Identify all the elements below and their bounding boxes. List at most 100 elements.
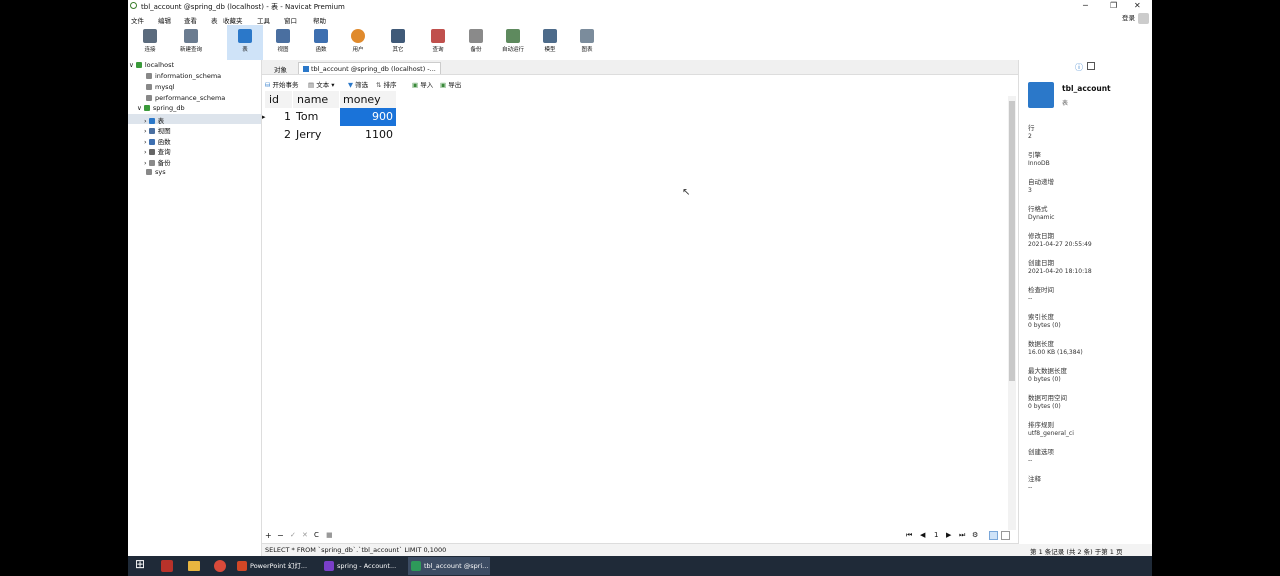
tab-objects[interactable]: 对象	[270, 62, 291, 74]
tree-node-backups[interactable]: › 备份	[144, 157, 171, 167]
sort-button[interactable]: ⇅ 排序	[376, 79, 397, 89]
refresh-button[interactable]: C	[314, 531, 319, 539]
column-header-id[interactable]: id	[265, 91, 292, 108]
taskbar-app-navicat[interactable]: tbl_account @spri...	[408, 557, 490, 575]
ribbon-other-button[interactable]: 其它	[382, 25, 414, 60]
next-page-button[interactable]: ▶	[946, 531, 951, 539]
last-page-button[interactable]: ⏭	[959, 531, 965, 540]
login-button[interactable]: 登录	[1122, 12, 1149, 24]
table-icon	[148, 118, 155, 124]
data-toolbar: ⛁ 开始事务 ▤ 文本 ▾ ▼ 筛选 ⇅ 排序 ▣ 导入 ▣ 导出	[262, 76, 1018, 90]
scrollbar-thumb[interactable]	[1009, 101, 1015, 381]
menu-table[interactable]: 表	[211, 15, 218, 25]
column-header-name[interactable]: name	[293, 91, 339, 108]
title-bar: tbl_account @spring_db (localhost) - 表 -…	[128, 0, 1152, 12]
windows-start-icon[interactable]: ⊞	[135, 557, 145, 571]
menu-help[interactable]: 帮助	[313, 15, 326, 25]
ribbon-view-button[interactable]: 视图	[268, 25, 298, 60]
delete-record-button[interactable]: −	[277, 531, 284, 540]
tree-node-views[interactable]: › 视图	[144, 125, 171, 135]
user-icon	[351, 29, 365, 43]
info-field-label: 创建日期	[1028, 259, 1054, 267]
grid-view-icon[interactable]	[989, 531, 998, 540]
tree-node-mysql[interactable]: mysql	[146, 83, 175, 91]
apply-changes-button[interactable]: ✓	[290, 531, 296, 539]
add-record-button[interactable]: +	[265, 531, 272, 540]
cell-money[interactable]: 1100	[340, 126, 396, 144]
begin-transaction-button[interactable]: ⛁ 开始事务	[265, 79, 299, 89]
menu-window[interactable]: 窗口	[284, 15, 297, 25]
cell-name[interactable]: Jerry	[293, 126, 339, 144]
data-grid: id name money ▸ 1 Tom 900 2 Jerry 1100 ↖	[262, 91, 1007, 528]
tree-node-sys[interactable]: sys	[146, 168, 166, 176]
tree-label: spring_db	[152, 104, 185, 112]
menu-tools[interactable]: 工具	[257, 15, 270, 25]
settings-icon[interactable]: ⚙	[972, 531, 978, 539]
filter-icon: ▼	[348, 81, 353, 89]
previous-page-button[interactable]: ◀	[920, 531, 925, 539]
chrome-icon[interactable]	[214, 560, 226, 572]
ribbon-automation-button[interactable]: 自动运行	[496, 25, 530, 60]
text-button[interactable]: ▤ 文本 ▾	[308, 79, 335, 89]
column-header-money[interactable]: money	[340, 91, 396, 108]
stop-button[interactable]: ■	[326, 531, 333, 539]
first-page-button[interactable]: ⏮	[906, 531, 912, 540]
menu-favorites[interactable]: 收藏夹	[223, 15, 243, 25]
query-icon	[148, 149, 155, 155]
ribbon-backup-button[interactable]: 备份	[462, 25, 490, 60]
tree-node-localhost[interactable]: ∨ localhost	[129, 61, 174, 69]
table-icon	[303, 66, 309, 72]
menu-view[interactable]: 查看	[184, 15, 197, 25]
menu-edit[interactable]: 编辑	[158, 15, 171, 25]
ribbon-query-button[interactable]: 查询	[424, 25, 452, 60]
taskbar-app-intellij[interactable]: spring - Account...	[321, 557, 403, 575]
cell-id[interactable]: 1	[265, 108, 292, 126]
tree-node-tables[interactable]: › 表	[144, 115, 164, 125]
ribbon-chart-button[interactable]: 图表	[573, 25, 601, 60]
tree-node-spring-db[interactable]: ∨ spring_db	[137, 104, 185, 112]
app-icon-red[interactable]	[161, 560, 173, 572]
model-icon	[543, 29, 557, 43]
taskbar-app-powerpoint[interactable]: PowerPoint 幻灯...	[234, 557, 316, 575]
ddl-icon[interactable]	[1087, 62, 1095, 70]
discard-changes-button[interactable]: ✕	[302, 531, 308, 539]
cell-name[interactable]: Tom	[293, 108, 339, 126]
query-icon	[431, 29, 445, 43]
ribbon-new-query-button[interactable]: 新建查询	[174, 25, 208, 60]
database-icon	[146, 84, 152, 90]
export-button[interactable]: ▣ 导出	[440, 79, 461, 89]
import-button[interactable]: ▣ 导入	[412, 79, 433, 89]
page-number[interactable]: 1	[934, 531, 938, 539]
tree-label: sys	[155, 168, 166, 176]
database-icon	[146, 73, 152, 79]
ribbon-function-button[interactable]: 函数	[306, 25, 336, 60]
info-field-label: 数据可用空间	[1028, 394, 1067, 402]
file-explorer-icon[interactable]	[188, 561, 200, 571]
cell-money-selected[interactable]: 900	[340, 108, 396, 126]
ribbon-user-button[interactable]: 用户	[343, 25, 373, 60]
tab-tbl-account[interactable]: tbl_account @spring_db (localhost) -...	[298, 62, 441, 74]
close-button[interactable]: ✕	[1134, 1, 1141, 10]
chart-icon	[580, 29, 594, 43]
tree-node-performance-schema[interactable]: performance_schema	[146, 94, 225, 102]
minimize-button[interactable]: ─	[1083, 1, 1088, 10]
tree-node-functions[interactable]: › 函数	[144, 136, 171, 146]
tree-label: localhost	[144, 61, 175, 69]
tree-node-information-schema[interactable]: information_schema	[146, 72, 221, 80]
windows-taskbar: ⊞ PowerPoint 幻灯... spring - Account... t…	[128, 556, 1152, 576]
maximize-button[interactable]: ❐	[1110, 1, 1117, 10]
tree-node-queries[interactable]: › 查询	[144, 146, 171, 156]
menu-bar: 文件 编辑 查看 表 收藏夹 工具 窗口 帮助	[128, 13, 1152, 25]
form-view-icon[interactable]	[1001, 531, 1010, 540]
info-table-type: 表	[1062, 100, 1069, 107]
info-icon[interactable]: ⓘ	[1075, 62, 1083, 73]
menu-file[interactable]: 文件	[131, 15, 144, 25]
filter-button[interactable]: ▼ 筛选	[348, 79, 368, 89]
info-table-name: tbl_account	[1062, 84, 1111, 93]
ribbon-table-button[interactable]: 表	[227, 25, 263, 60]
cell-id[interactable]: 2	[265, 126, 292, 144]
vertical-scrollbar[interactable]	[1008, 96, 1016, 530]
ribbon-connection-button[interactable]: 连接	[138, 25, 162, 60]
tab-label: tbl_account @spring_db (localhost) -...	[311, 65, 436, 73]
ribbon-model-button[interactable]: 模型	[536, 25, 564, 60]
